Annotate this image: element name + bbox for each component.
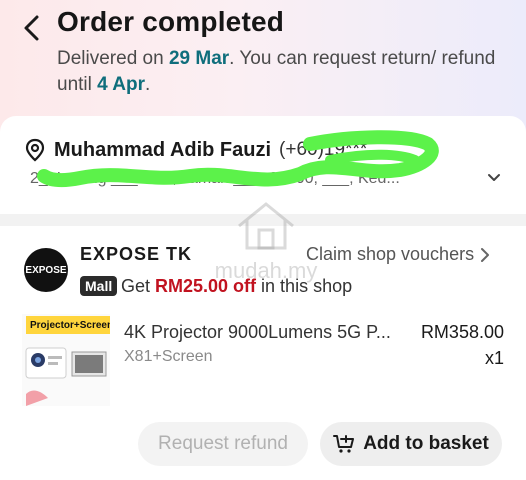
chevron-right-icon bbox=[481, 247, 490, 262]
add-to-basket-label: Add to basket bbox=[363, 433, 489, 454]
chevron-left-icon bbox=[24, 15, 39, 41]
claim-vouchers-link[interactable]: Claim shop vouchers bbox=[306, 244, 490, 265]
product-quantity: x1 bbox=[484, 348, 504, 368]
claim-vouchers-label: Claim shop vouchers bbox=[306, 244, 475, 264]
delivered-date: 29 Mar bbox=[168, 48, 230, 69]
delivery-status-text: Delivered on 29 Mar. You can request ret… bbox=[57, 48, 496, 95]
chevron-down-icon[interactable] bbox=[486, 170, 502, 186]
house-icon bbox=[238, 202, 294, 250]
redaction-scribble bbox=[37, 130, 439, 188]
shop-promo: Get RM25.00 off in this shop bbox=[121, 276, 353, 296]
promo-amount: RM25.00 off bbox=[155, 276, 257, 296]
mall-badge: Mall bbox=[80, 276, 118, 296]
product-thumbnail[interactable]: Projector+Screen bbox=[22, 314, 110, 406]
add-to-basket-button[interactable]: Add to basket bbox=[320, 422, 502, 466]
product-title[interactable]: 4K Projector 9000Lumens 5G P... bbox=[124, 322, 404, 343]
cart-add-icon bbox=[333, 435, 355, 453]
back-button[interactable] bbox=[18, 14, 46, 42]
projector-image bbox=[25, 347, 107, 406]
shop-logo[interactable]: EXPOSE bbox=[24, 248, 68, 292]
product-price: RM358.00 bbox=[420, 322, 504, 342]
refund-deadline: 4 Apr bbox=[97, 74, 146, 95]
request-refund-button[interactable]: Request refund bbox=[138, 422, 308, 466]
page-title: Order completed bbox=[57, 6, 285, 37]
shop-name[interactable]: EXPOSE TK bbox=[80, 244, 192, 265]
product-variant: X81+Screen bbox=[124, 348, 213, 365]
